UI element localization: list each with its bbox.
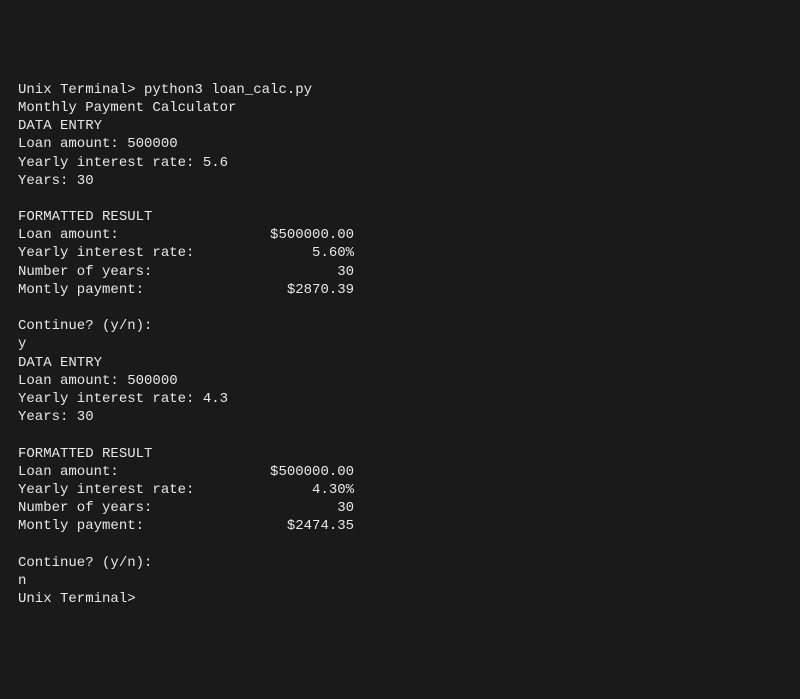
blank-line (18, 535, 782, 553)
section-header-result: FORMATTED RESULT (18, 445, 782, 463)
continue-prompt: Continue? (y/n): (18, 554, 782, 572)
result-num-years: Number of years: 30 (18, 263, 782, 281)
section-header-data-entry: DATA ENTRY (18, 354, 782, 372)
continue-answer: y (18, 335, 782, 353)
input-loan-amount: Loan amount: 500000 (18, 372, 782, 390)
input-yearly-rate: Yearly interest rate: 5.6 (18, 154, 782, 172)
input-years: Years: 30 (18, 172, 782, 190)
result-monthly-payment: Montly payment: $2870.39 (18, 281, 782, 299)
section-header-result: FORMATTED RESULT (18, 208, 782, 226)
program-title: Monthly Payment Calculator (18, 99, 782, 117)
result-num-years: Number of years: 30 (18, 499, 782, 517)
terminal-output[interactable]: Unix Terminal> python3 loan_calc.pyMonth… (18, 81, 782, 608)
section-header-data-entry: DATA ENTRY (18, 117, 782, 135)
continue-prompt: Continue? (y/n): (18, 317, 782, 335)
input-years: Years: 30 (18, 408, 782, 426)
command-line: Unix Terminal> python3 loan_calc.py (18, 81, 782, 99)
shell-prompt: Unix Terminal> (18, 590, 782, 608)
continue-answer: n (18, 572, 782, 590)
result-monthly-payment: Montly payment: $2474.35 (18, 517, 782, 535)
input-loan-amount: Loan amount: 500000 (18, 135, 782, 153)
blank-line (18, 190, 782, 208)
input-yearly-rate: Yearly interest rate: 4.3 (18, 390, 782, 408)
result-loan-amount: Loan amount: $500000.00 (18, 463, 782, 481)
blank-line (18, 299, 782, 317)
result-loan-amount: Loan amount: $500000.00 (18, 226, 782, 244)
result-yearly-rate: Yearly interest rate: 5.60% (18, 244, 782, 262)
result-yearly-rate: Yearly interest rate: 4.30% (18, 481, 782, 499)
blank-line (18, 426, 782, 444)
